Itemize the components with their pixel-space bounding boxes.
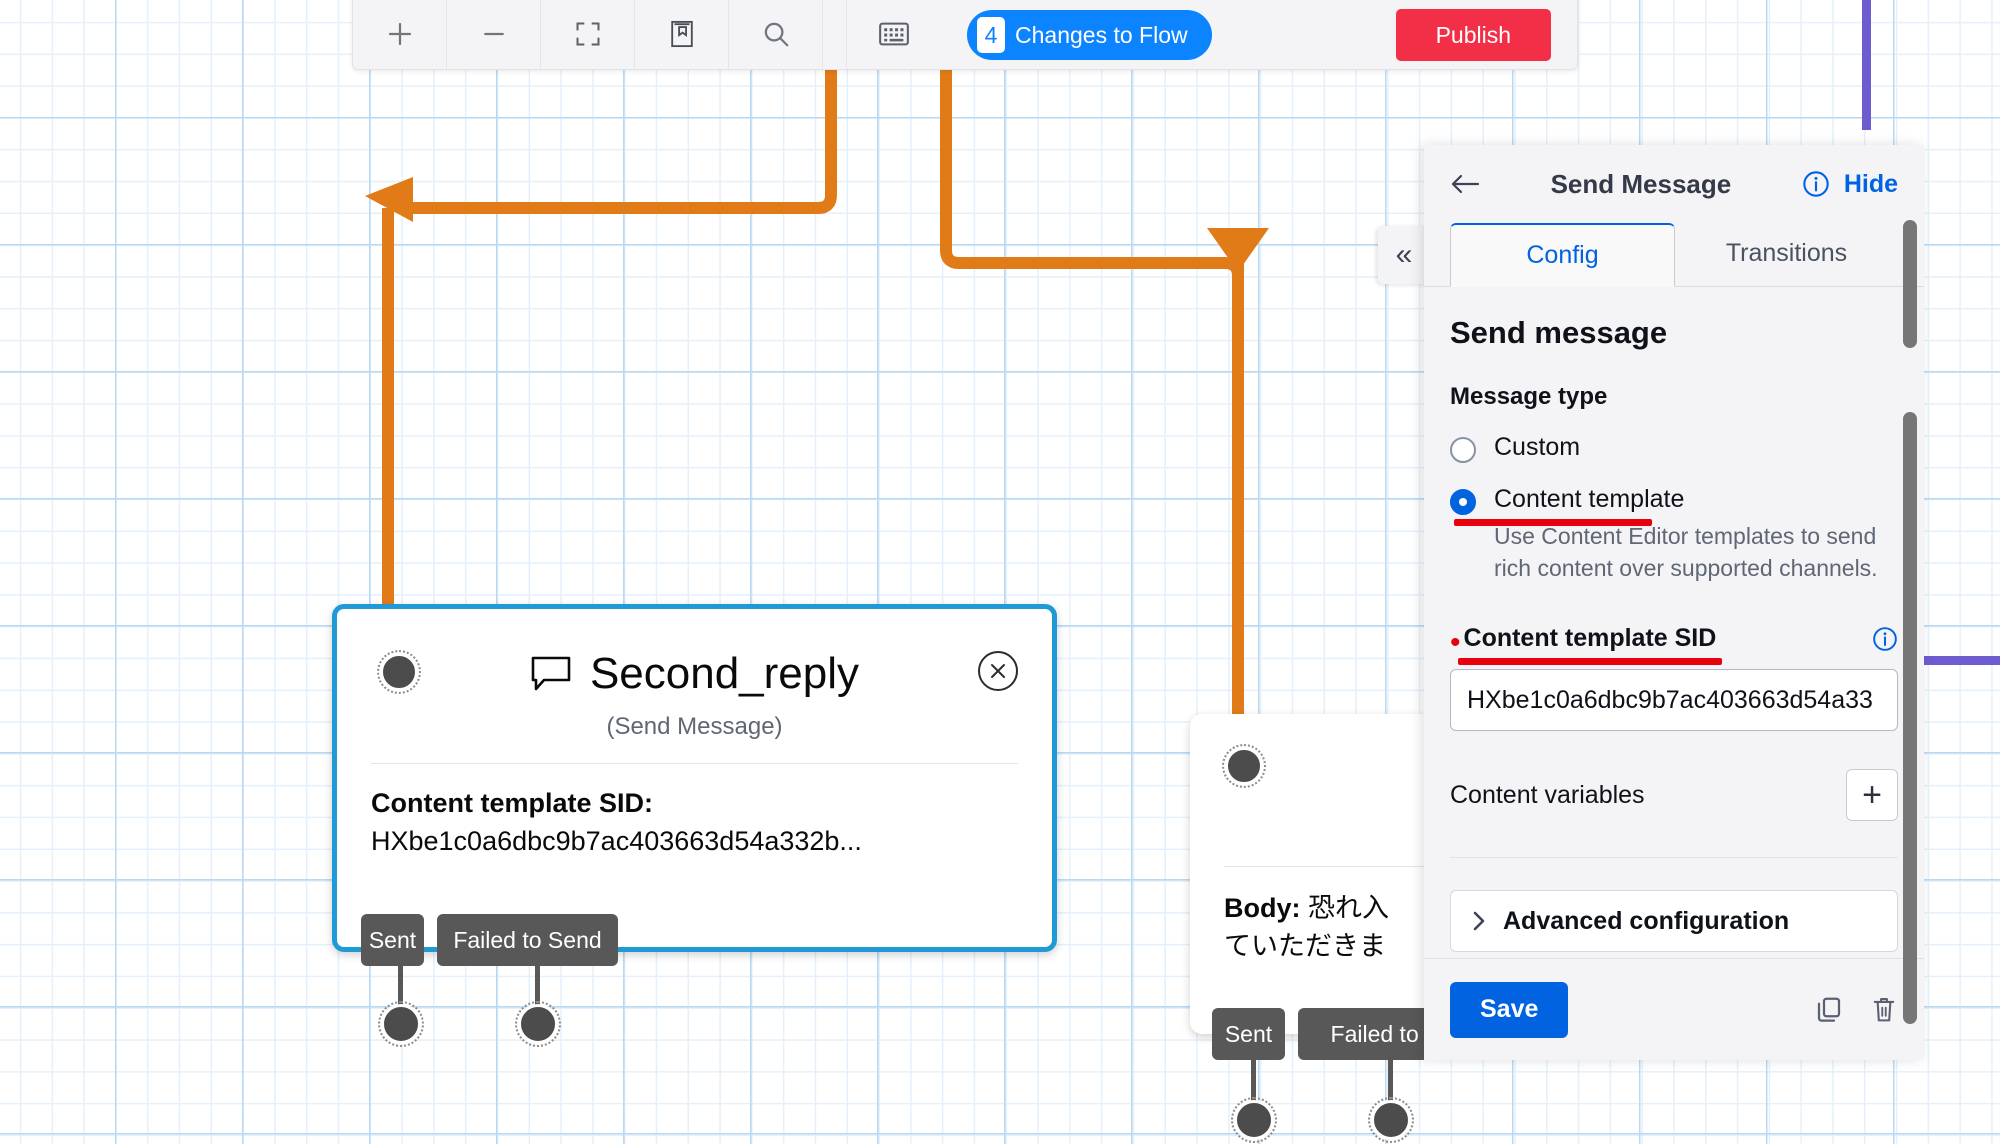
- chat-bubble-icon: [531, 656, 571, 691]
- node-output-chip-sent[interactable]: Sent: [361, 914, 424, 966]
- radio-content-template-help: Use Content Editor templates to send ric…: [1494, 523, 1878, 581]
- annotation-underline-sid: [1458, 658, 1722, 666]
- node-title-row: Second_reply: [337, 609, 1052, 699]
- node-subtitle: (Send Message): [606, 713, 783, 740]
- chip-label: Failed to Send: [453, 926, 602, 953]
- fit-to-screen-icon: [576, 22, 599, 46]
- fit-to-screen-button[interactable]: [541, 0, 635, 69]
- info-circle-icon: [1873, 627, 1897, 651]
- duplicate-button[interactable]: [1814, 995, 1844, 1025]
- panel-tabs: Config Transitions: [1424, 223, 1924, 287]
- chip-label: Sent: [368, 926, 417, 953]
- chevron-right-icon: [1473, 912, 1485, 931]
- close-icon: [991, 664, 1005, 678]
- node-output-chip-failed[interactable]: Failed to Send: [437, 914, 618, 966]
- search-icon: [764, 22, 788, 47]
- sid-label-row: • Content template SID: [1450, 624, 1898, 666]
- tab-config[interactable]: Config: [1450, 223, 1675, 287]
- keyboard-shortcuts-button[interactable]: [847, 0, 941, 69]
- keyboard-shortcuts-icon: [879, 22, 909, 46]
- canvas-toolbar: 4 Changes to Flow Publish: [352, 0, 1578, 70]
- node-output-port-sent[interactable]: [378, 1001, 424, 1047]
- advanced-configuration-toggle[interactable]: Advanced configuration: [1450, 890, 1898, 953]
- advanced-configuration-label: Advanced configuration: [1503, 906, 1790, 935]
- purple-connector-horizontal: [1914, 656, 2000, 665]
- panel-divider: [1450, 857, 1898, 859]
- node-input-port[interactable]: [1222, 744, 1266, 788]
- radio-option-custom[interactable]: Custom: [1450, 433, 1898, 463]
- arrow-left-icon: [1451, 174, 1480, 194]
- info-circle-icon: [1803, 171, 1829, 197]
- add-content-variable-button[interactable]: +: [1846, 769, 1898, 822]
- purple-connector-vertical: [1862, 0, 1871, 130]
- publish-button[interactable]: Publish: [1395, 9, 1551, 61]
- sid-info-button[interactable]: [1872, 626, 1898, 652]
- save-button[interactable]: Save: [1450, 981, 1569, 1038]
- panel-info-button[interactable]: [1802, 170, 1830, 198]
- content-variables-row: Content variables +: [1450, 769, 1898, 822]
- panel-title: Send Message: [1550, 168, 1732, 199]
- delete-button[interactable]: [1870, 995, 1898, 1025]
- zoom-out-icon: [483, 32, 504, 36]
- node-body-value: 恐れ入: [1308, 893, 1390, 923]
- content-variables-label: Content variables: [1450, 780, 1645, 809]
- send-message-panel: Send Message Hide Config Transitions Sen…: [1424, 145, 1924, 1060]
- zoom-in-icon: [388, 22, 411, 46]
- panel-footer: Save: [1424, 958, 1924, 1060]
- radio-content-template-label: Content template: [1494, 485, 1685, 513]
- panel-scrollbar-main[interactable]: [1903, 412, 1917, 1024]
- footer-icon-group: [1814, 995, 1898, 1025]
- node-close-button[interactable]: [978, 651, 1018, 691]
- section-title: Send message: [1450, 315, 1668, 350]
- changes-to-flow-label: Changes to Flow: [1015, 21, 1188, 48]
- zoom-in-button[interactable]: [353, 0, 447, 69]
- radio-option-content-template[interactable]: Content template: [1450, 485, 1898, 515]
- back-button[interactable]: [1450, 173, 1480, 195]
- copy-icon: [1817, 997, 1841, 1022]
- changes-count-badge: 4: [977, 17, 1005, 53]
- node-input-port[interactable]: [377, 650, 421, 694]
- node-body-value: HXbe1c0a6dbc9b7ac403663d54a332b...: [371, 826, 862, 857]
- library-button[interactable]: [635, 0, 729, 69]
- node2-output-chip-sent[interactable]: Sent: [1212, 1008, 1285, 1060]
- library-icon: [670, 20, 693, 48]
- chip-label: Sent: [1224, 1020, 1273, 1047]
- search-button[interactable]: [729, 0, 823, 69]
- panel-content: Send message Message type Custom Content…: [1424, 287, 1924, 958]
- radio-custom-icon: [1450, 437, 1476, 463]
- content-template-sid-input[interactable]: [1450, 669, 1898, 732]
- node2-output-port-failed[interactable]: [1368, 1097, 1414, 1143]
- node-output-port-failed[interactable]: [515, 1001, 561, 1047]
- flow-node-second-reply[interactable]: Second_reply (Send Message) Content temp…: [332, 604, 1057, 952]
- node-body: Content template SID: HXbe1c0a6dbc9b7ac4…: [337, 764, 1052, 861]
- collapse-panel-button[interactable]: «: [1378, 226, 1430, 284]
- radio-custom-label: Custom: [1494, 433, 1581, 461]
- node-body-label: Body:: [1224, 893, 1301, 923]
- sid-label: Content template SID: [1463, 624, 1717, 653]
- toolbar-spacer: [823, 0, 847, 69]
- hide-panel-button[interactable]: Hide: [1844, 170, 1898, 199]
- node-body-label: Content template SID:: [371, 788, 654, 818]
- message-type-label: Message type: [1450, 383, 1608, 410]
- radio-content-template-icon: [1450, 489, 1476, 515]
- trash-icon: [1873, 997, 1895, 1021]
- zoom-out-button[interactable]: [447, 0, 541, 69]
- node-title-text: Second_reply: [589, 649, 860, 698]
- node2-output-port-sent[interactable]: [1231, 1097, 1277, 1143]
- panel-header: Send Message Hide: [1424, 145, 1924, 223]
- annotation-underline-content-template: [1454, 519, 1652, 526]
- panel-scrollbar-top[interactable]: [1903, 220, 1917, 348]
- changes-to-flow-button[interactable]: 4 Changes to Flow: [967, 10, 1212, 60]
- tab-transitions[interactable]: Transitions: [1675, 223, 1898, 286]
